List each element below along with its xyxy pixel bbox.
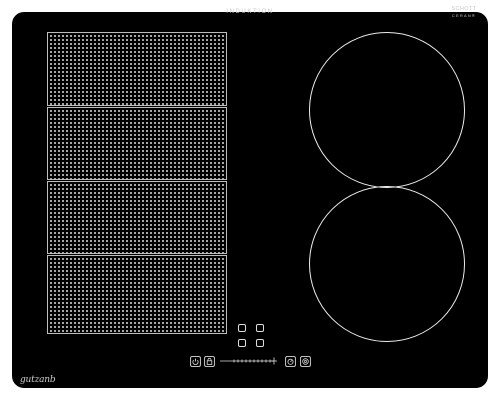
zone-select-2[interactable] (256, 324, 264, 332)
timer-icon[interactable] (285, 356, 296, 367)
round-zone-front-right (309, 186, 465, 342)
timer-icon-svg (285, 356, 296, 367)
lock-icon-svg (204, 356, 215, 367)
power-level-slider[interactable] (220, 356, 278, 366)
round-zone-rear-right (309, 32, 465, 188)
power-icon[interactable] (190, 356, 201, 367)
flex-zone-4 (47, 255, 227, 334)
zone-select-1[interactable] (238, 324, 246, 332)
ceran-logo-text: CERAN® (451, 12, 477, 18)
zone-select-4[interactable] (256, 339, 264, 347)
induction-label: INDUKTION (226, 9, 274, 15)
power-icon-svg (190, 356, 201, 367)
brand-logo: gutzanb (20, 375, 56, 385)
boost-icon[interactable] (300, 356, 311, 367)
flex-zone-2 (47, 107, 227, 180)
schott-ceran-logo: SCHOTT CERAN® (444, 6, 484, 18)
boost-icon-svg (300, 356, 311, 367)
flex-zone-1 (47, 32, 227, 106)
zone-select-3[interactable] (238, 339, 246, 347)
induction-hob (12, 12, 488, 388)
product-photo: INDUKTION SCHOTT CERAN® gutzanb (0, 0, 500, 400)
flex-zone-3 (47, 181, 227, 254)
lock-icon[interactable] (204, 356, 215, 367)
schott-logo-text: SCHOTT (451, 6, 477, 12)
